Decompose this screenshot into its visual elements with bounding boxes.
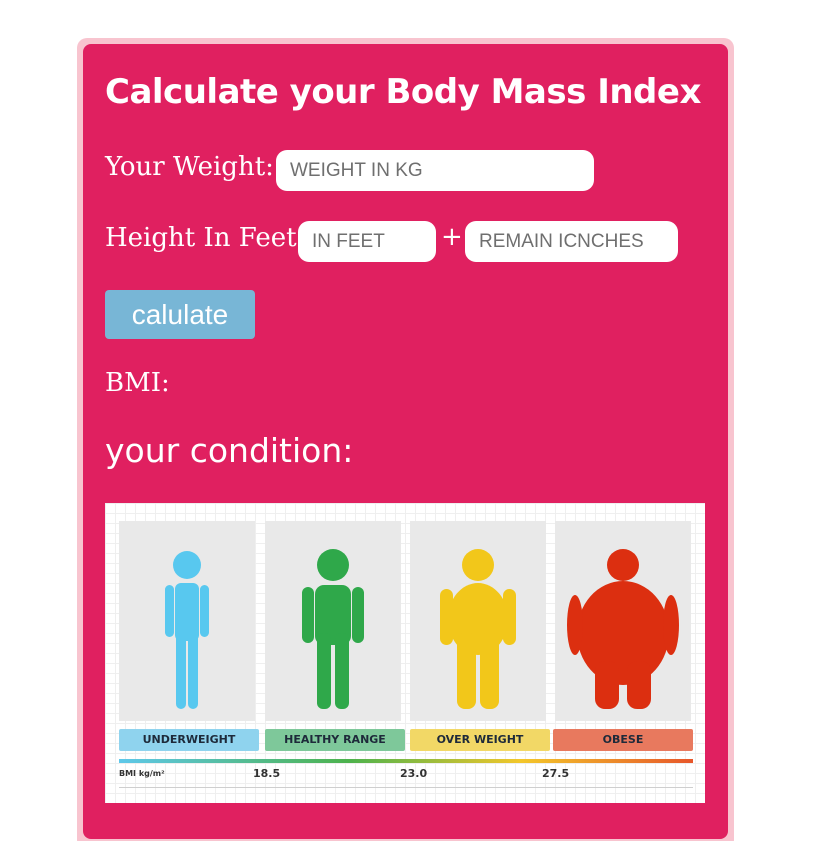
threshold-23-0: 23.0 (400, 767, 428, 780)
bmi-scale-bar (119, 759, 693, 763)
bmi-chart-image: UNDERWEIGHT HEALTHY RANGE OVER WEIGHT OB… (105, 503, 705, 803)
category-underweight: UNDERWEIGHT (119, 729, 259, 751)
scale-baseline (119, 787, 693, 788)
person-obese-icon (567, 549, 679, 709)
page-title: Calculate your Body Mass Index (105, 72, 701, 112)
weight-label: Your Weight: (105, 152, 274, 182)
scale-unit: BMI kg/m² (119, 769, 165, 778)
panel-obese (555, 521, 691, 721)
calculate-button[interactable]: calulate (105, 290, 255, 339)
person-overweight-icon (440, 549, 516, 709)
inches-input[interactable] (465, 221, 678, 262)
bmi-label: BMI: (105, 368, 170, 398)
category-healthy-range: HEALTHY RANGE (265, 729, 405, 751)
person-slim-icon (165, 551, 209, 709)
panel-overweight (410, 521, 546, 721)
condition-label: your condition: (105, 431, 354, 470)
weight-input[interactable] (276, 150, 594, 191)
height-label: Height In Feet: (105, 223, 306, 253)
panel-underweight (119, 521, 255, 721)
panel-healthy (265, 521, 401, 721)
person-healthy-icon (302, 549, 364, 709)
feet-input[interactable] (298, 221, 436, 262)
category-over-weight: OVER WEIGHT (410, 729, 550, 751)
plus-sign: + (441, 222, 463, 252)
category-obese: OBESE (553, 729, 693, 751)
threshold-18-5: 18.5 (253, 767, 281, 780)
threshold-27-5: 27.5 (542, 767, 570, 780)
